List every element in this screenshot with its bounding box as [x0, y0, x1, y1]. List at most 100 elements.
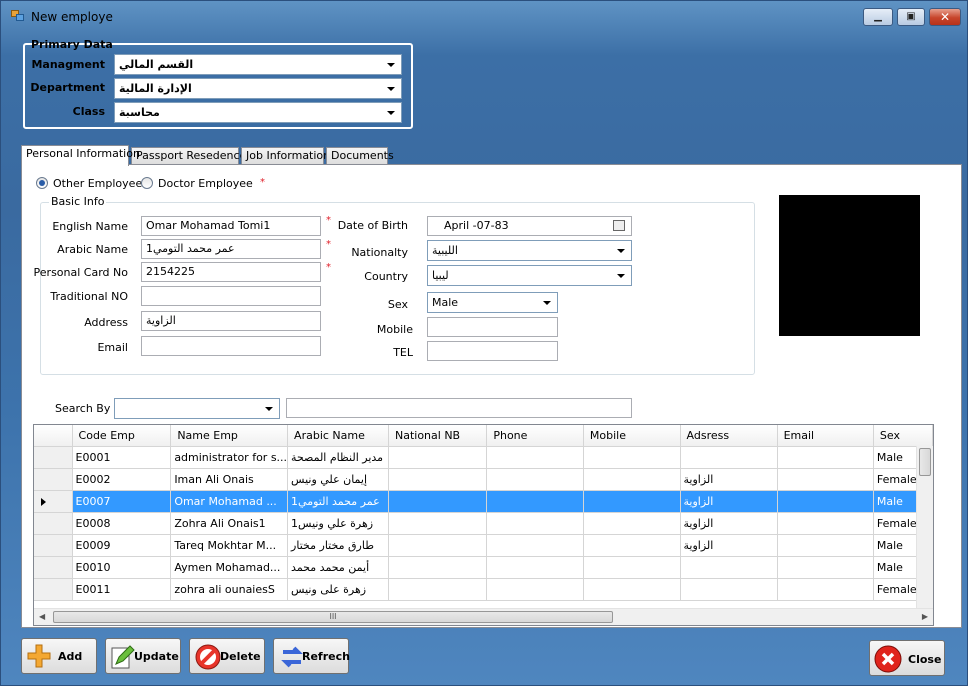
grid-cell-national[interactable]	[388, 468, 488, 491]
grid-cell-mobile[interactable]	[583, 446, 681, 469]
mobile-field[interactable]	[427, 317, 558, 337]
grid-cell-mobile[interactable]	[583, 512, 681, 535]
grid-cell-phone[interactable]	[486, 534, 584, 557]
grid-cell-mobile[interactable]	[583, 468, 681, 491]
column-header[interactable]: National NB	[388, 425, 488, 447]
grid-cell-phone[interactable]	[486, 468, 584, 491]
address-field[interactable]: الزاوية	[141, 311, 321, 331]
arabic-name-field[interactable]: عمر محمد التومي1	[141, 239, 321, 259]
country-select[interactable]: ليبيا	[427, 265, 632, 286]
close-button[interactable]: Close	[869, 640, 945, 676]
title-bar[interactable]: New employe ▁ ▣ ✕	[1, 1, 967, 33]
grid-cell-national[interactable]	[388, 512, 488, 535]
table-row[interactable]: E0007 Omar Mohamad ... عمر محمد التومي1 الز…	[34, 490, 933, 513]
grid-cell-code[interactable]: E0010	[72, 556, 172, 579]
grid-cell-code[interactable]: E0007	[72, 490, 172, 513]
grid-cell-phone[interactable]	[486, 512, 584, 535]
grid-cell-address[interactable]	[680, 446, 778, 469]
tab-personal-information[interactable]: Personal Information	[21, 145, 140, 166]
personal-card-field[interactable]: 2154225	[141, 262, 321, 282]
grid-cell-mobile[interactable]	[583, 534, 681, 557]
scroll-left-icon[interactable]: ◀	[39, 612, 45, 621]
grid-cell-address[interactable]: الزاوية	[680, 490, 778, 513]
scroll-thumb[interactable]	[919, 448, 931, 476]
column-header[interactable]: Mobile	[583, 425, 681, 447]
horizontal-scrollbar[interactable]: ◀ III ▶	[34, 608, 933, 625]
add-button[interactable]: Add	[21, 638, 97, 674]
row-header[interactable]	[34, 490, 73, 513]
radio-other-employee[interactable]: Other Employee	[36, 177, 142, 190]
grid-cell-national[interactable]	[388, 446, 488, 469]
row-header[interactable]	[34, 468, 73, 491]
class-select[interactable]: محاسبة	[114, 102, 402, 123]
table-row[interactable]: E0009 Tareq Mokhtar M... طارق مختار مختار ا…	[34, 534, 933, 557]
employee-photo[interactable]	[779, 195, 920, 336]
row-header[interactable]	[34, 534, 73, 557]
refresh-button[interactable]: Refrech	[273, 638, 350, 674]
grid-cell-code[interactable]: E0001	[72, 446, 172, 469]
grid-cell-name[interactable]: administrator for s...	[170, 446, 289, 469]
grid-cell-name[interactable]: Omar Mohamad ...	[170, 490, 289, 513]
row-header[interactable]	[34, 578, 73, 601]
tab-documents[interactable]: Documents	[326, 147, 394, 165]
update-button[interactable]: Update	[105, 638, 181, 674]
sex-select[interactable]: Male	[427, 292, 558, 313]
delete-button[interactable]: Delete	[189, 638, 265, 674]
grid-cell-arabic[interactable]: مدير النظام المصحة	[287, 446, 389, 469]
chevron-down-icon[interactable]	[262, 402, 276, 415]
column-header[interactable]: Email	[777, 425, 874, 447]
chevron-down-icon[interactable]	[384, 106, 398, 119]
column-header[interactable]: Adsress	[680, 425, 778, 447]
email-field[interactable]	[141, 336, 321, 356]
chevron-down-icon[interactable]	[614, 269, 628, 282]
close-window-button[interactable]: ✕	[929, 8, 961, 26]
maximize-button[interactable]: ▣	[897, 8, 925, 26]
managment-select[interactable]: القسم المالي	[114, 54, 402, 75]
grid-cell-code[interactable]: E0011	[72, 578, 172, 601]
column-header[interactable]: Phone	[486, 425, 584, 447]
column-header[interactable]: Arabic Name	[287, 425, 389, 447]
row-header[interactable]	[34, 556, 73, 579]
tel-field[interactable]	[427, 341, 558, 361]
grid-cell-arabic[interactable]: عمر محمد التومي1	[287, 490, 389, 513]
chevron-down-icon[interactable]	[614, 244, 628, 257]
grid-cell-email[interactable]	[777, 512, 874, 535]
grid-cell-address[interactable]: الزاوية	[680, 534, 778, 557]
grid-cell-national[interactable]	[388, 490, 488, 513]
grid-cell-national[interactable]	[388, 534, 488, 557]
grid-cell-email[interactable]	[777, 556, 874, 579]
grid-cell-national[interactable]	[388, 556, 488, 579]
table-row[interactable]: E0011 zohra ali ounaiesS زهرة على ونيس Fema…	[34, 578, 933, 601]
grid-cell-address[interactable]: الزاوية	[680, 468, 778, 491]
row-header[interactable]	[34, 512, 73, 535]
department-select[interactable]: الإدارة المالية	[114, 78, 402, 99]
grid-cell-name[interactable]: Zohra Ali Onais1	[170, 512, 289, 535]
grid-cell-name[interactable]: zohra ali ounaiesS	[170, 578, 289, 601]
grid-cell-name[interactable]: Tareq Mokhtar M...	[170, 534, 289, 557]
search-input[interactable]	[286, 398, 632, 418]
tab-job-information[interactable]: Job Information	[241, 147, 330, 165]
grid-cell-mobile[interactable]	[583, 556, 681, 579]
nationality-select[interactable]: الليبية	[427, 240, 632, 261]
grid-cell-phone[interactable]	[486, 556, 584, 579]
search-by-select[interactable]	[114, 398, 280, 419]
grid-cell-email[interactable]	[777, 446, 874, 469]
row-header-corner[interactable]	[34, 425, 73, 447]
grid-cell-phone[interactable]	[486, 490, 584, 513]
scroll-thumb[interactable]: III	[53, 611, 613, 623]
table-row[interactable]: E0002 Iman Ali Onais إيمان علي ونيس الزاوية…	[34, 468, 933, 491]
date-of-birth-picker[interactable]: April -07-83	[427, 216, 632, 236]
grid-cell-mobile[interactable]	[583, 490, 681, 513]
grid-cell-email[interactable]	[777, 578, 874, 601]
chevron-down-icon[interactable]	[384, 58, 398, 71]
radio-doctor-employee[interactable]: Doctor Employee	[141, 177, 253, 190]
grid-cell-mobile[interactable]	[583, 578, 681, 601]
chevron-down-icon[interactable]	[384, 82, 398, 95]
grid-cell-email[interactable]	[777, 468, 874, 491]
employee-grid[interactable]: Code Emp Name Emp Arabic Name National N…	[33, 424, 934, 626]
grid-cell-code[interactable]: E0008	[72, 512, 172, 535]
scroll-right-icon[interactable]: ▶	[922, 612, 928, 621]
grid-cell-email[interactable]	[777, 534, 874, 557]
grid-cell-national[interactable]	[388, 578, 488, 601]
table-row[interactable]: E0001 administrator for s... مدير النظام ا…	[34, 446, 933, 469]
